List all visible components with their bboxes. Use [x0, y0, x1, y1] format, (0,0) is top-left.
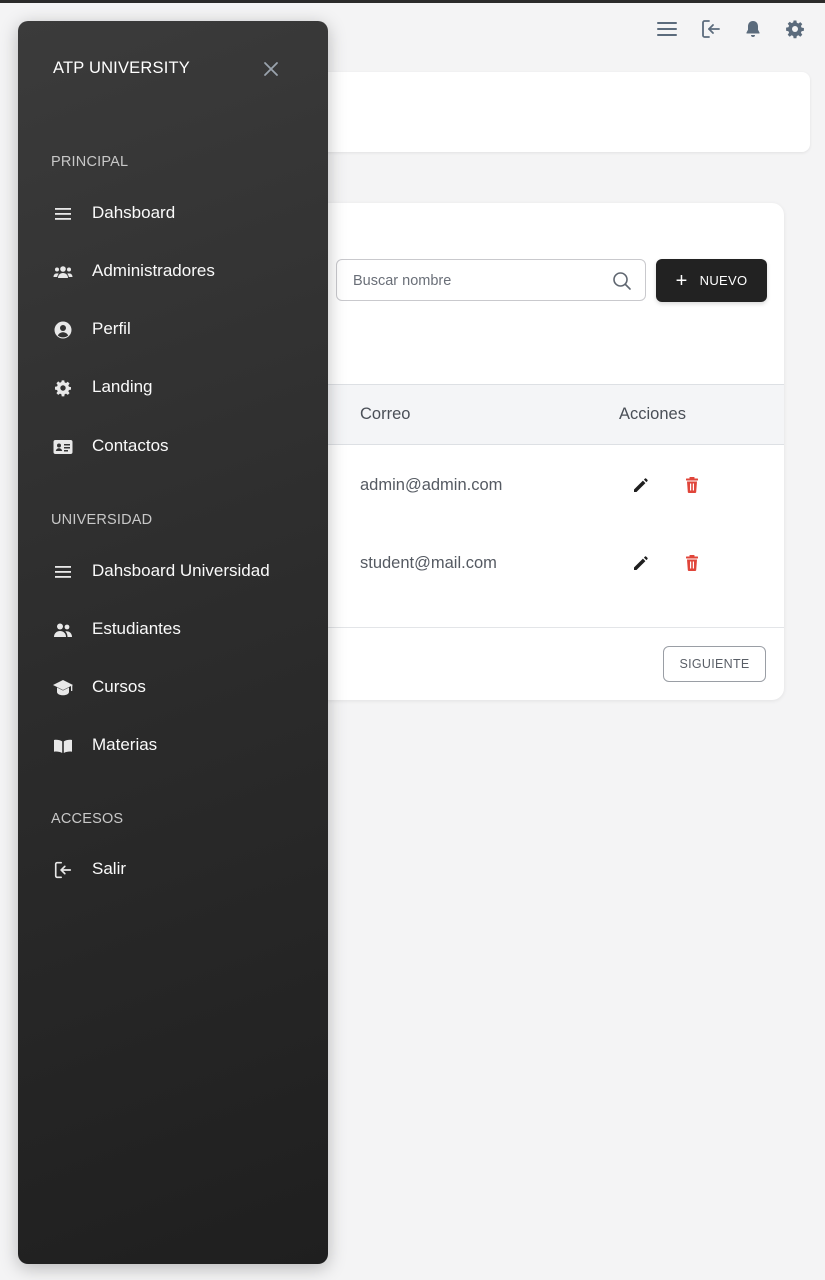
column-header-email: Correo [360, 405, 411, 423]
table-footer: SIGUIENTE [300, 627, 784, 700]
sidebar-item-label: Estudiantes [92, 619, 181, 638]
next-button[interactable]: SIGUIENTE [663, 646, 766, 682]
top-edge-bar [0, 0, 825, 3]
edit-icon[interactable] [630, 474, 652, 496]
table-row: admin@admin.com [300, 446, 784, 524]
edit-icon[interactable] [630, 552, 652, 574]
gear-icon[interactable] [780, 14, 810, 44]
users-icon [52, 619, 74, 641]
sidebar-item-label: Dahsboard Universidad [92, 561, 270, 580]
contact-card-icon [52, 436, 74, 458]
table-row: student@mail.com [300, 524, 784, 602]
close-icon[interactable] [260, 58, 282, 80]
trash-icon[interactable] [681, 474, 703, 496]
sidebar-item-dashboard[interactable]: Dahsboard [42, 192, 312, 236]
sidebar-item-salir[interactable]: Salir [42, 848, 312, 892]
search-input[interactable] [351, 260, 605, 302]
section-title-accesos: ACCESOS [51, 811, 124, 827]
sidebar-item-label: Perfil [92, 319, 131, 338]
header-card [300, 72, 810, 152]
book-icon [52, 735, 74, 757]
gear-icon [52, 377, 74, 399]
bell-icon[interactable] [738, 14, 768, 44]
logout-icon [52, 859, 74, 881]
row-email: student@mail.com [360, 554, 497, 572]
sidebar-item-label: Dahsboard [92, 203, 176, 222]
row-email: admin@admin.com [360, 476, 503, 494]
user-circle-icon [52, 319, 74, 341]
admins-table-card: + NUEVO Correo Acciones admin@admin.com … [300, 203, 784, 700]
menu-icon [52, 561, 74, 583]
sidebar-item-dashboard-universidad[interactable]: Dahsboard Universidad [42, 550, 312, 594]
graduation-cap-icon [52, 677, 74, 699]
section-title-principal: PRINCIPAL [51, 154, 129, 170]
section-title-universidad: UNIVERSIDAD [51, 512, 153, 528]
users-group-icon [52, 261, 74, 283]
brand-title: ATP UNIVERSITY [53, 59, 190, 77]
sidebar-item-estudiantes[interactable]: Estudiantes [42, 608, 312, 652]
sidebar-drawer: ATP UNIVERSITY PRINCIPAL Dahsboard Admin… [18, 21, 328, 1264]
sidebar-item-label: Salir [92, 859, 127, 878]
sidebar-item-perfil[interactable]: Perfil [42, 308, 312, 352]
table-header: Correo Acciones [300, 384, 784, 445]
column-header-actions: Acciones [619, 405, 686, 423]
sidebar-item-materias[interactable]: Materias [42, 724, 312, 768]
sidebar-item-label: Cursos [92, 677, 146, 696]
sidebar-item-label: Administradores [92, 261, 215, 280]
sidebar-item-label: Materias [92, 735, 158, 754]
search-field [336, 259, 646, 302]
new-button-label: NUEVO [699, 273, 748, 288]
new-button[interactable]: + NUEVO [656, 259, 767, 302]
trash-icon[interactable] [681, 552, 703, 574]
search-icon[interactable] [611, 270, 633, 292]
menu-icon [52, 203, 74, 225]
logout-icon[interactable] [696, 14, 726, 44]
sidebar-item-contactos[interactable]: Contactos [42, 425, 312, 469]
topbar-icons [645, 14, 825, 44]
menu-icon[interactable] [652, 14, 682, 44]
sidebar-item-cursos[interactable]: Cursos [42, 666, 312, 710]
sidebar-item-administradores[interactable]: Administradores [42, 250, 312, 294]
sidebar-item-landing[interactable]: Landing [42, 366, 312, 410]
sidebar-item-label: Contactos [92, 436, 169, 455]
plus-icon: + [675, 269, 688, 292]
sidebar-item-label: Landing [92, 377, 153, 396]
